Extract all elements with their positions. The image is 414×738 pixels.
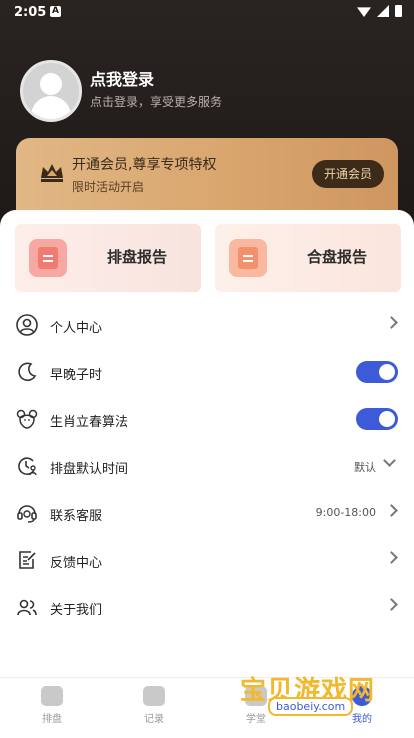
calendar-icon [143, 686, 165, 706]
menu-label-zodiac-algorithm: 生肖立春算法 [50, 415, 129, 430]
chevron-right-icon [385, 504, 398, 517]
tab-chart[interactable]: 排盘 [22, 686, 82, 725]
menu-item-about-us[interactable]: 关于我们 [0, 584, 414, 631]
status-bar: 2:05 A [0, 0, 414, 24]
chevron-right-icon [385, 598, 398, 611]
main-sheet: 排盘报告 合盘报告 个人中心 早晚子时 生肖立春算法 排盘默认时间 默认 联系客… [0, 210, 414, 737]
menu-label-feedback: 反馈中心 [50, 556, 103, 571]
login-profile[interactable]: 点我登录 点击登录，享受更多服务 [20, 58, 400, 122]
app-notification-icon: A [50, 6, 61, 17]
menu-label-personal-center: 个人中心 [50, 321, 103, 336]
early-late-zi-toggle[interactable] [356, 361, 398, 383]
avatar[interactable] [20, 60, 82, 122]
wifi-icon [357, 7, 371, 17]
chevron-right-icon [385, 551, 398, 564]
service-hours: 9:00-18:00 [315, 506, 376, 519]
crown-icon [41, 164, 63, 182]
watermark-url: baobeiy.com [268, 697, 354, 716]
menu-item-early-late-zi[interactable]: 早晚子时 [0, 349, 414, 396]
clock-person-icon [18, 457, 37, 476]
menu-item-default-time[interactable]: 排盘默认时间 默认 [0, 443, 414, 490]
document-icon [29, 239, 67, 277]
edit-note-icon [19, 551, 36, 569]
zodiac-algorithm-toggle[interactable] [356, 408, 398, 430]
tab-records[interactable]: 记录 [124, 686, 184, 725]
chevron-down-icon [383, 454, 396, 467]
menu-label-about-us: 关于我们 [50, 603, 103, 618]
login-subtitle: 点击登录，享受更多服务 [90, 95, 223, 109]
default-time-value: 默认 [354, 461, 376, 474]
tab-records-label: 记录 [144, 714, 164, 725]
menu-label-default-time: 排盘默认时间 [50, 462, 129, 477]
open-membership-button[interactable]: 开通会员 [312, 160, 384, 188]
tab-chart-label: 排盘 [42, 714, 62, 725]
status-time: 2:05 [14, 5, 47, 20]
settings-menu: 个人中心 早晚子时 生肖立春算法 排盘默认时间 默认 联系客服 9:00-18:… [0, 302, 414, 631]
login-title[interactable]: 点我登录 [90, 66, 154, 90]
menu-item-personal-center[interactable]: 个人中心 [0, 302, 414, 349]
chevron-right-icon [385, 316, 398, 329]
vip-subtitle: 限时活动开启 [72, 180, 145, 194]
match-report-card[interactable]: 合盘报告 [215, 224, 401, 292]
signal-icon [377, 5, 389, 17]
match-report-label: 合盘报告 [307, 248, 368, 266]
document-list-icon [229, 239, 267, 277]
menu-item-feedback[interactable]: 反馈中心 [0, 537, 414, 584]
chart-report-card[interactable]: 排盘报告 [15, 224, 201, 292]
vip-title: 开通会员,尊享专项特权 [72, 157, 217, 173]
headset-icon [17, 505, 37, 523]
menu-item-customer-service[interactable]: 联系客服 9:00-18:00 [0, 490, 414, 537]
menu-item-zodiac-algorithm[interactable]: 生肖立春算法 [0, 396, 414, 443]
chart-icon [41, 686, 63, 706]
user-circle-icon [16, 314, 38, 336]
menu-label-early-late-zi: 早晚子时 [50, 368, 103, 383]
chart-report-label: 排盘报告 [107, 248, 168, 266]
users-icon [17, 599, 37, 616]
mouse-zodiac-icon [16, 409, 38, 429]
moon-icon [18, 362, 37, 382]
menu-label-customer-service: 联系客服 [50, 509, 103, 524]
battery-icon [395, 5, 402, 17]
